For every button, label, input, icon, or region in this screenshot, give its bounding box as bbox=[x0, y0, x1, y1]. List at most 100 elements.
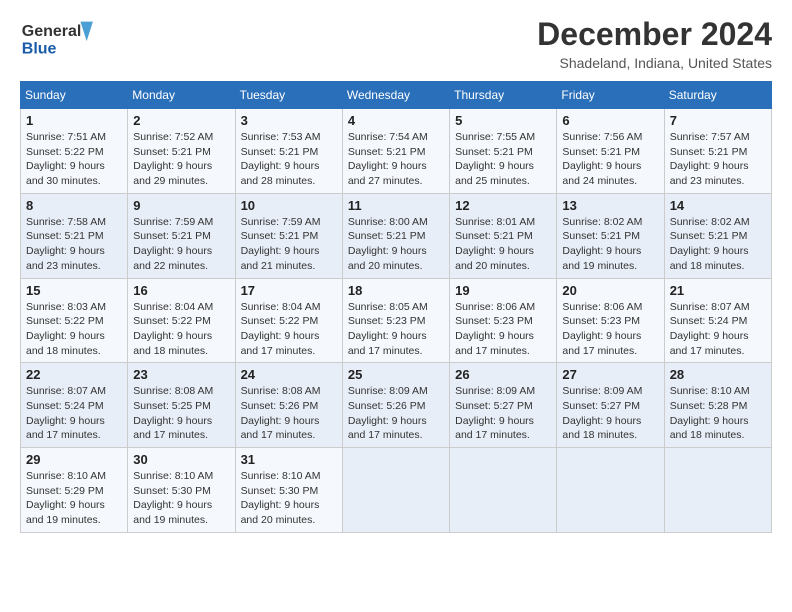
sunset-label: Sunset: 5:21 PM bbox=[455, 230, 533, 242]
calendar-cell: 17 Sunrise: 8:04 AM Sunset: 5:22 PM Dayl… bbox=[235, 278, 342, 363]
sunset-label: Sunset: 5:29 PM bbox=[26, 485, 104, 497]
sunrise-label: Sunrise: 8:10 AM bbox=[241, 470, 321, 482]
sunrise-label: Sunrise: 8:02 AM bbox=[562, 216, 642, 228]
calendar-cell bbox=[557, 448, 664, 533]
calendar-cell: 10 Sunrise: 7:59 AM Sunset: 5:21 PM Dayl… bbox=[235, 193, 342, 278]
calendar-cell: 6 Sunrise: 7:56 AM Sunset: 5:21 PM Dayli… bbox=[557, 109, 664, 194]
day-number: 26 bbox=[455, 367, 551, 382]
calendar-cell: 4 Sunrise: 7:54 AM Sunset: 5:21 PM Dayli… bbox=[342, 109, 449, 194]
sunset-label: Sunset: 5:21 PM bbox=[241, 146, 319, 158]
sunrise-label: Sunrise: 8:09 AM bbox=[348, 385, 428, 397]
day-info: Sunrise: 7:56 AM Sunset: 5:21 PM Dayligh… bbox=[562, 130, 658, 189]
day-info: Sunrise: 8:04 AM Sunset: 5:22 PM Dayligh… bbox=[133, 300, 229, 359]
sunset-label: Sunset: 5:22 PM bbox=[26, 315, 104, 327]
calendar-cell bbox=[342, 448, 449, 533]
calendar-cell: 13 Sunrise: 8:02 AM Sunset: 5:21 PM Dayl… bbox=[557, 193, 664, 278]
daylight-label: Daylight: 9 hours and 17 minutes. bbox=[133, 415, 212, 442]
day-info: Sunrise: 8:09 AM Sunset: 5:27 PM Dayligh… bbox=[455, 384, 551, 443]
day-number: 8 bbox=[26, 198, 122, 213]
calendar-cell: 26 Sunrise: 8:09 AM Sunset: 5:27 PM Dayl… bbox=[450, 363, 557, 448]
day-number: 27 bbox=[562, 367, 658, 382]
daylight-label: Daylight: 9 hours and 30 minutes. bbox=[26, 160, 105, 187]
day-info: Sunrise: 8:05 AM Sunset: 5:23 PM Dayligh… bbox=[348, 300, 444, 359]
calendar-cell: 5 Sunrise: 7:55 AM Sunset: 5:21 PM Dayli… bbox=[450, 109, 557, 194]
daylight-label: Daylight: 9 hours and 17 minutes. bbox=[26, 415, 105, 442]
day-info: Sunrise: 8:07 AM Sunset: 5:24 PM Dayligh… bbox=[26, 384, 122, 443]
day-number: 25 bbox=[348, 367, 444, 382]
day-number: 11 bbox=[348, 198, 444, 213]
sunset-label: Sunset: 5:21 PM bbox=[348, 230, 426, 242]
calendar-cell: 23 Sunrise: 8:08 AM Sunset: 5:25 PM Dayl… bbox=[128, 363, 235, 448]
day-number: 19 bbox=[455, 283, 551, 298]
sunset-label: Sunset: 5:21 PM bbox=[455, 146, 533, 158]
daylight-label: Daylight: 9 hours and 18 minutes. bbox=[133, 330, 212, 357]
sunset-label: Sunset: 5:21 PM bbox=[26, 230, 104, 242]
daylight-label: Daylight: 9 hours and 23 minutes. bbox=[670, 160, 749, 187]
day-number: 14 bbox=[670, 198, 766, 213]
day-info: Sunrise: 8:07 AM Sunset: 5:24 PM Dayligh… bbox=[670, 300, 766, 359]
day-number: 16 bbox=[133, 283, 229, 298]
day-info: Sunrise: 8:01 AM Sunset: 5:21 PM Dayligh… bbox=[455, 215, 551, 274]
daylight-label: Daylight: 9 hours and 21 minutes. bbox=[241, 245, 320, 272]
day-number: 2 bbox=[133, 113, 229, 128]
sunset-label: Sunset: 5:28 PM bbox=[670, 400, 748, 412]
calendar-cell: 3 Sunrise: 7:53 AM Sunset: 5:21 PM Dayli… bbox=[235, 109, 342, 194]
calendar-cell: 8 Sunrise: 7:58 AM Sunset: 5:21 PM Dayli… bbox=[21, 193, 128, 278]
sunrise-label: Sunrise: 8:06 AM bbox=[455, 301, 535, 313]
day-info: Sunrise: 8:02 AM Sunset: 5:21 PM Dayligh… bbox=[562, 215, 658, 274]
sunset-label: Sunset: 5:21 PM bbox=[133, 146, 211, 158]
daylight-label: Daylight: 9 hours and 25 minutes. bbox=[455, 160, 534, 187]
sunset-label: Sunset: 5:24 PM bbox=[670, 315, 748, 327]
calendar-week-row: 29 Sunrise: 8:10 AM Sunset: 5:29 PM Dayl… bbox=[21, 448, 772, 533]
calendar-cell: 27 Sunrise: 8:09 AM Sunset: 5:27 PM Dayl… bbox=[557, 363, 664, 448]
sunrise-label: Sunrise: 8:06 AM bbox=[562, 301, 642, 313]
day-info: Sunrise: 7:57 AM Sunset: 5:21 PM Dayligh… bbox=[670, 130, 766, 189]
calendar-cell: 24 Sunrise: 8:08 AM Sunset: 5:26 PM Dayl… bbox=[235, 363, 342, 448]
sunrise-label: Sunrise: 7:59 AM bbox=[133, 216, 213, 228]
weekday-header-thursday: Thursday bbox=[450, 82, 557, 109]
sunrise-label: Sunrise: 7:52 AM bbox=[133, 131, 213, 143]
day-number: 12 bbox=[455, 198, 551, 213]
day-number: 23 bbox=[133, 367, 229, 382]
sunrise-label: Sunrise: 8:08 AM bbox=[241, 385, 321, 397]
calendar-table: SundayMondayTuesdayWednesdayThursdayFrid… bbox=[20, 81, 772, 533]
sunrise-label: Sunrise: 8:10 AM bbox=[670, 385, 750, 397]
daylight-label: Daylight: 9 hours and 17 minutes. bbox=[348, 415, 427, 442]
calendar-header-row: SundayMondayTuesdayWednesdayThursdayFrid… bbox=[21, 82, 772, 109]
calendar-cell: 15 Sunrise: 8:03 AM Sunset: 5:22 PM Dayl… bbox=[21, 278, 128, 363]
calendar-cell: 11 Sunrise: 8:00 AM Sunset: 5:21 PM Dayl… bbox=[342, 193, 449, 278]
logo-svg: General Blue bbox=[20, 16, 100, 61]
weekday-header-monday: Monday bbox=[128, 82, 235, 109]
day-number: 3 bbox=[241, 113, 337, 128]
sunrise-label: Sunrise: 8:00 AM bbox=[348, 216, 428, 228]
day-number: 9 bbox=[133, 198, 229, 213]
sunrise-label: Sunrise: 7:51 AM bbox=[26, 131, 106, 143]
daylight-label: Daylight: 9 hours and 17 minutes. bbox=[241, 330, 320, 357]
calendar-week-row: 8 Sunrise: 7:58 AM Sunset: 5:21 PM Dayli… bbox=[21, 193, 772, 278]
day-info: Sunrise: 7:59 AM Sunset: 5:21 PM Dayligh… bbox=[241, 215, 337, 274]
sunrise-label: Sunrise: 8:09 AM bbox=[562, 385, 642, 397]
sunset-label: Sunset: 5:21 PM bbox=[562, 146, 640, 158]
calendar-cell: 29 Sunrise: 8:10 AM Sunset: 5:29 PM Dayl… bbox=[21, 448, 128, 533]
svg-text:Blue: Blue bbox=[22, 41, 57, 58]
sunset-label: Sunset: 5:23 PM bbox=[562, 315, 640, 327]
day-number: 30 bbox=[133, 452, 229, 467]
sunrise-label: Sunrise: 7:58 AM bbox=[26, 216, 106, 228]
daylight-label: Daylight: 9 hours and 19 minutes. bbox=[26, 499, 105, 526]
sunrise-label: Sunrise: 8:08 AM bbox=[133, 385, 213, 397]
month-title: December 2024 bbox=[537, 16, 772, 53]
calendar-cell: 7 Sunrise: 7:57 AM Sunset: 5:21 PM Dayli… bbox=[664, 109, 771, 194]
sunrise-label: Sunrise: 8:10 AM bbox=[26, 470, 106, 482]
sunset-label: Sunset: 5:27 PM bbox=[562, 400, 640, 412]
weekday-header-tuesday: Tuesday bbox=[235, 82, 342, 109]
location: Shadeland, Indiana, United States bbox=[537, 55, 772, 71]
day-info: Sunrise: 8:10 AM Sunset: 5:30 PM Dayligh… bbox=[241, 469, 337, 528]
sunset-label: Sunset: 5:30 PM bbox=[133, 485, 211, 497]
sunrise-label: Sunrise: 8:05 AM bbox=[348, 301, 428, 313]
daylight-label: Daylight: 9 hours and 19 minutes. bbox=[562, 245, 641, 272]
day-number: 31 bbox=[241, 452, 337, 467]
calendar-cell: 20 Sunrise: 8:06 AM Sunset: 5:23 PM Dayl… bbox=[557, 278, 664, 363]
weekday-header-wednesday: Wednesday bbox=[342, 82, 449, 109]
sunrise-label: Sunrise: 8:10 AM bbox=[133, 470, 213, 482]
svg-text:General: General bbox=[22, 23, 82, 40]
